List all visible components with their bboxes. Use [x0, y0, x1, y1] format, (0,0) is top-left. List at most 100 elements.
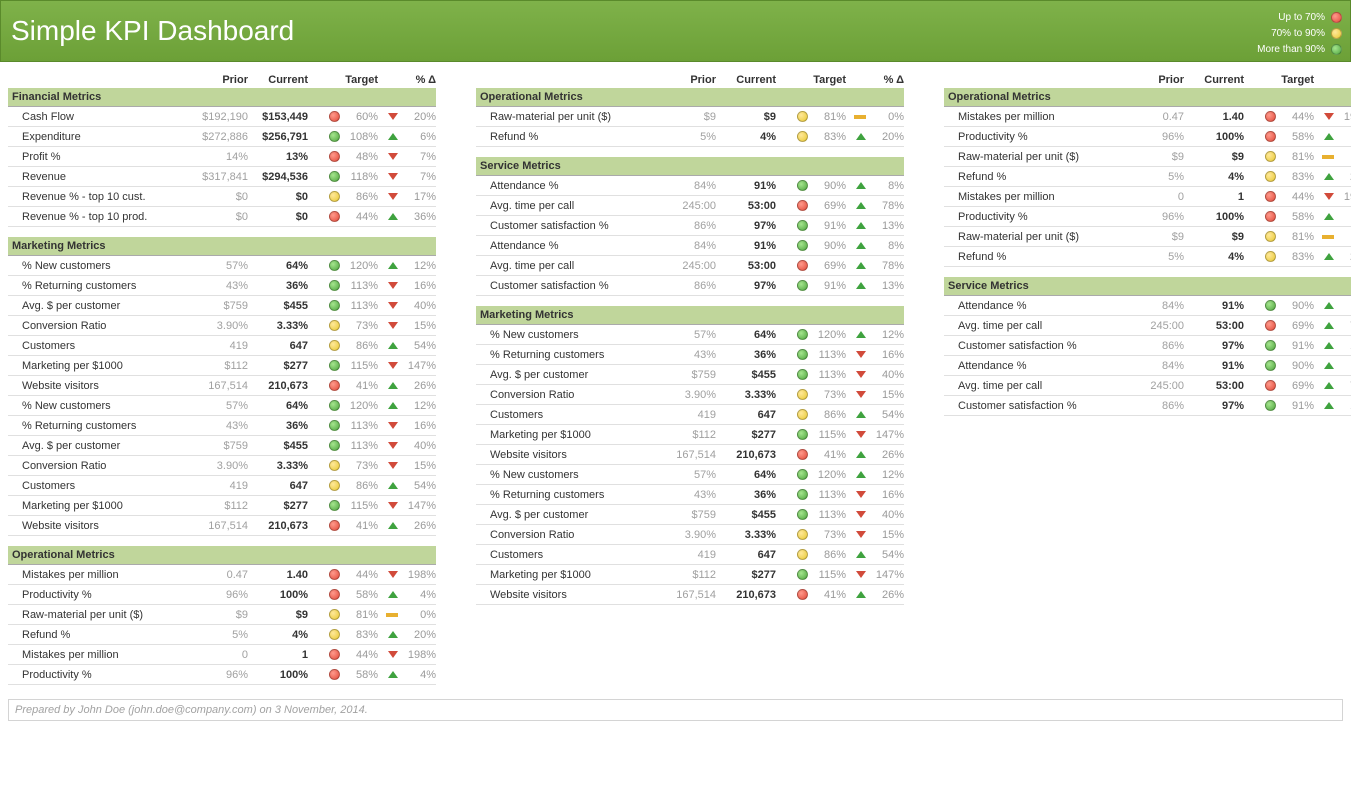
metric-target-cell: 115% [308, 360, 378, 372]
metric-target-cell: 90% [776, 180, 846, 192]
status-dot-red-icon [329, 649, 340, 660]
metric-name: Customers [8, 340, 188, 352]
metric-delta-cell: 7% [378, 171, 436, 183]
metric-delta-cell: 26% [378, 520, 436, 532]
metric-row: Raw-material per unit ($)$9$981%0% [8, 605, 436, 625]
metric-target: 113% [812, 489, 846, 501]
metric-delta: 54% [870, 409, 904, 421]
metric-row: % Returning customers43%36%113%16% [476, 485, 904, 505]
metric-target: 44% [1280, 191, 1314, 203]
metric-target-cell: 69% [776, 200, 846, 212]
metric-delta-cell: 0% [846, 111, 904, 123]
metric-target-cell: 86% [776, 409, 846, 421]
metric-row: Conversion Ratio3.90%3.33%73%15% [476, 525, 904, 545]
metric-prior: 0 [188, 649, 248, 661]
status-dot-yellow-icon [329, 629, 340, 640]
metric-prior: 167,514 [656, 449, 716, 461]
metric-row: Avg. time per call245:0053:0069%78% [476, 256, 904, 276]
metric-delta: 54% [870, 549, 904, 561]
metric-current: 53:00 [716, 260, 776, 272]
metrics-column: PriorCurrentTarget% ΔFinancial MetricsCa… [8, 66, 436, 685]
metric-delta: 78% [1338, 320, 1351, 332]
status-dot-green-icon [797, 220, 808, 231]
status-dot-green-icon [797, 329, 808, 340]
metric-row: Marketing per $1000$112$277115%147% [476, 425, 904, 445]
metric-target-cell: 58% [308, 589, 378, 601]
status-dot-red-icon [1331, 12, 1342, 23]
metric-target: 58% [1280, 131, 1314, 143]
metric-target: 73% [812, 529, 846, 541]
status-dot-yellow-icon [329, 320, 340, 331]
metric-delta: 198% [1338, 191, 1351, 203]
metric-row: Mistakes per million0.471.4044%198% [944, 107, 1351, 127]
metric-target-cell: 113% [776, 489, 846, 501]
metric-delta: 0% [402, 609, 436, 621]
metric-row: Avg. $ per customer$759$455113%40% [8, 436, 436, 456]
metric-target-cell: 81% [308, 609, 378, 621]
metric-delta-cell: 26% [378, 380, 436, 392]
metric-target: 91% [812, 220, 846, 232]
status-dot-green-icon [1265, 400, 1276, 411]
legend-label: 70% to 90% [1271, 28, 1325, 39]
metric-delta-cell: 12% [846, 469, 904, 481]
metric-delta: 6% [402, 131, 436, 143]
metric-delta-cell: 20% [1314, 251, 1351, 263]
column-header-cell: % Δ [378, 74, 436, 86]
metric-delta-cell: 198% [1314, 191, 1351, 203]
metric-name: % New customers [8, 400, 188, 412]
arrow-up-icon [856, 242, 866, 249]
status-dot-green-icon [329, 420, 340, 431]
metric-delta: 8% [870, 240, 904, 252]
metric-target: 90% [812, 240, 846, 252]
metric-current: $277 [716, 429, 776, 441]
metric-prior: $272,886 [188, 131, 248, 143]
status-dot-yellow-icon [797, 389, 808, 400]
metric-delta: 16% [402, 420, 436, 432]
metric-prior: $317,841 [188, 171, 248, 183]
metric-delta: 26% [402, 380, 436, 392]
metric-target-cell: 113% [776, 369, 846, 381]
metric-prior: 167,514 [188, 380, 248, 392]
metric-current: 64% [716, 329, 776, 341]
metric-target-cell: 113% [776, 509, 846, 521]
metric-current: 53:00 [716, 200, 776, 212]
metrics-column: PriorCurrentTarget% ΔOperational Metrics… [944, 66, 1351, 685]
metric-row: Marketing per $1000$112$277115%147% [8, 356, 436, 376]
metric-delta-cell: 40% [846, 509, 904, 521]
metric-delta-cell: 147% [378, 500, 436, 512]
metric-delta-cell: 16% [378, 420, 436, 432]
status-dot-yellow-icon [329, 340, 340, 351]
metric-target: 120% [344, 260, 378, 272]
metric-delta-cell: 8% [1314, 300, 1351, 312]
metric-row: % New customers57%64%120%12% [8, 256, 436, 276]
metric-delta: 16% [870, 349, 904, 361]
metric-delta-cell: 15% [846, 529, 904, 541]
metric-target: 115% [344, 360, 378, 372]
metric-name: Marketing per $1000 [8, 360, 188, 372]
metric-target: 118% [344, 171, 378, 183]
metric-target-cell: 83% [776, 131, 846, 143]
metric-target: 81% [344, 609, 378, 621]
metric-current: 1.40 [1184, 111, 1244, 123]
status-dot-red-icon [1265, 380, 1276, 391]
metric-target: 86% [344, 191, 378, 203]
metric-prior: $9 [1124, 151, 1184, 163]
arrow-up-icon [388, 382, 398, 389]
flat-bar-icon [854, 115, 866, 119]
metric-name: Customers [476, 549, 656, 561]
status-dot-green-icon [1331, 44, 1342, 55]
status-dot-red-icon [329, 520, 340, 531]
status-dot-yellow-icon [1265, 171, 1276, 182]
metric-delta: 0% [870, 111, 904, 123]
arrow-down-icon [1324, 113, 1334, 120]
arrow-up-icon [388, 522, 398, 529]
metric-prior: 5% [1124, 251, 1184, 263]
status-dot-green-icon [797, 509, 808, 520]
metric-target-cell: 58% [308, 669, 378, 681]
metric-target: 81% [1280, 151, 1314, 163]
metric-name: Conversion Ratio [476, 389, 656, 401]
metric-target-cell: 73% [776, 529, 846, 541]
metric-prior: 14% [188, 151, 248, 163]
metric-current: $294,536 [248, 171, 308, 183]
metric-current: 210,673 [716, 589, 776, 601]
